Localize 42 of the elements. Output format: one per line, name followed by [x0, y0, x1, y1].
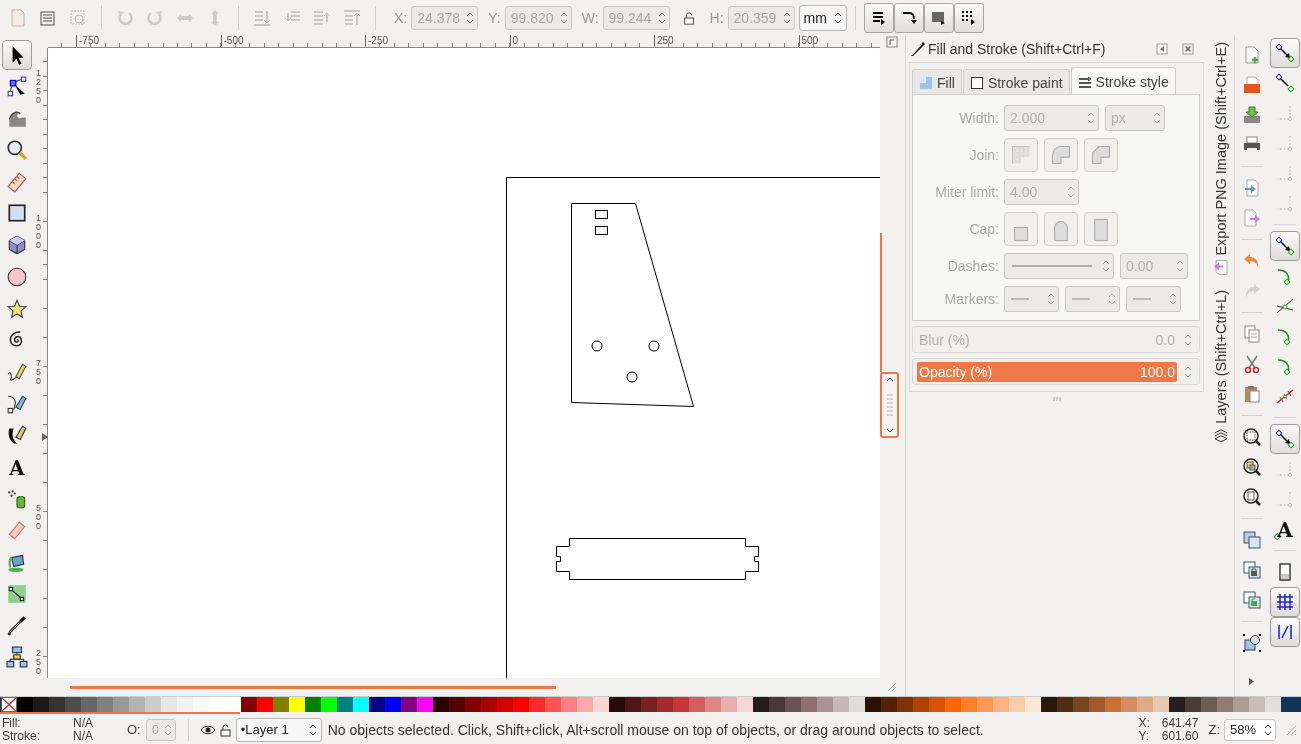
- ruler-label: 250: [654, 35, 674, 46]
- ruler-label: -250: [365, 35, 388, 46]
- unit-dropdown[interactable]: mm: [798, 4, 847, 31]
- ruler-label: 1250: [36, 69, 42, 105]
- y-coordinate: 601.60: [1160, 729, 1199, 743]
- zoom-field[interactable]: 58%: [1224, 718, 1276, 741]
- y-label: Y:: [1138, 729, 1151, 743]
- x-label: X:: [1138, 716, 1151, 730]
- fill-label: Fill:: [2, 716, 22, 730]
- opacity-label: O:: [127, 722, 141, 737]
- ruler-label: -750: [76, 35, 99, 46]
- slider-value: 100.0: [1139, 363, 1175, 380]
- stroke-label: Stroke:: [2, 729, 41, 743]
- stroke-value: N/A: [73, 729, 94, 743]
- slider-label: Blur (%): [919, 331, 970, 348]
- ruler-label: 750: [36, 359, 42, 386]
- side-tab[interactable]: Layers (Shift+Ctrl+L): [1212, 286, 1230, 447]
- field-label: Y:: [488, 9, 501, 26]
- zoom-label: Z:: [1208, 722, 1220, 737]
- fill-value: N/A: [73, 716, 94, 730]
- field-label: X:: [394, 9, 408, 26]
- slider-label: Opacity (%): [919, 363, 993, 380]
- field-label: W:: [581, 9, 599, 26]
- ruler-label: 250: [36, 649, 42, 676]
- dialog-title: Fill and Stroke (Shift+Ctrl+F): [928, 41, 1107, 57]
- field-label: Cap:: [968, 221, 999, 237]
- ruler-label: -500: [220, 35, 244, 46]
- field-label: H:: [709, 9, 724, 26]
- layer-dropdown[interactable]: •Layer 1: [235, 717, 322, 742]
- field-label: Markers:: [943, 291, 999, 307]
- ruler-label: 500: [798, 35, 819, 46]
- side-tab[interactable]: Export PNG Image (Shift+Ctrl+E): [1212, 39, 1230, 279]
- field-label: Miter limit:: [934, 184, 999, 200]
- field-label: Dashes:: [946, 258, 999, 274]
- status-message: No objects selected. Click, Shift+click, Alt+scroll mouse on top of objects, or drag around objects to select.: [327, 721, 985, 738]
- ruler-label: 0: [509, 35, 519, 46]
- field-label: Width:: [958, 110, 999, 126]
- ruler-label: 500: [36, 504, 42, 531]
- ruler-label: 1000: [36, 214, 42, 250]
- x-coordinate: 641.47: [1160, 716, 1199, 730]
- slider-value: 0.0: [1155, 331, 1175, 348]
- field-label: Join:: [968, 147, 999, 163]
